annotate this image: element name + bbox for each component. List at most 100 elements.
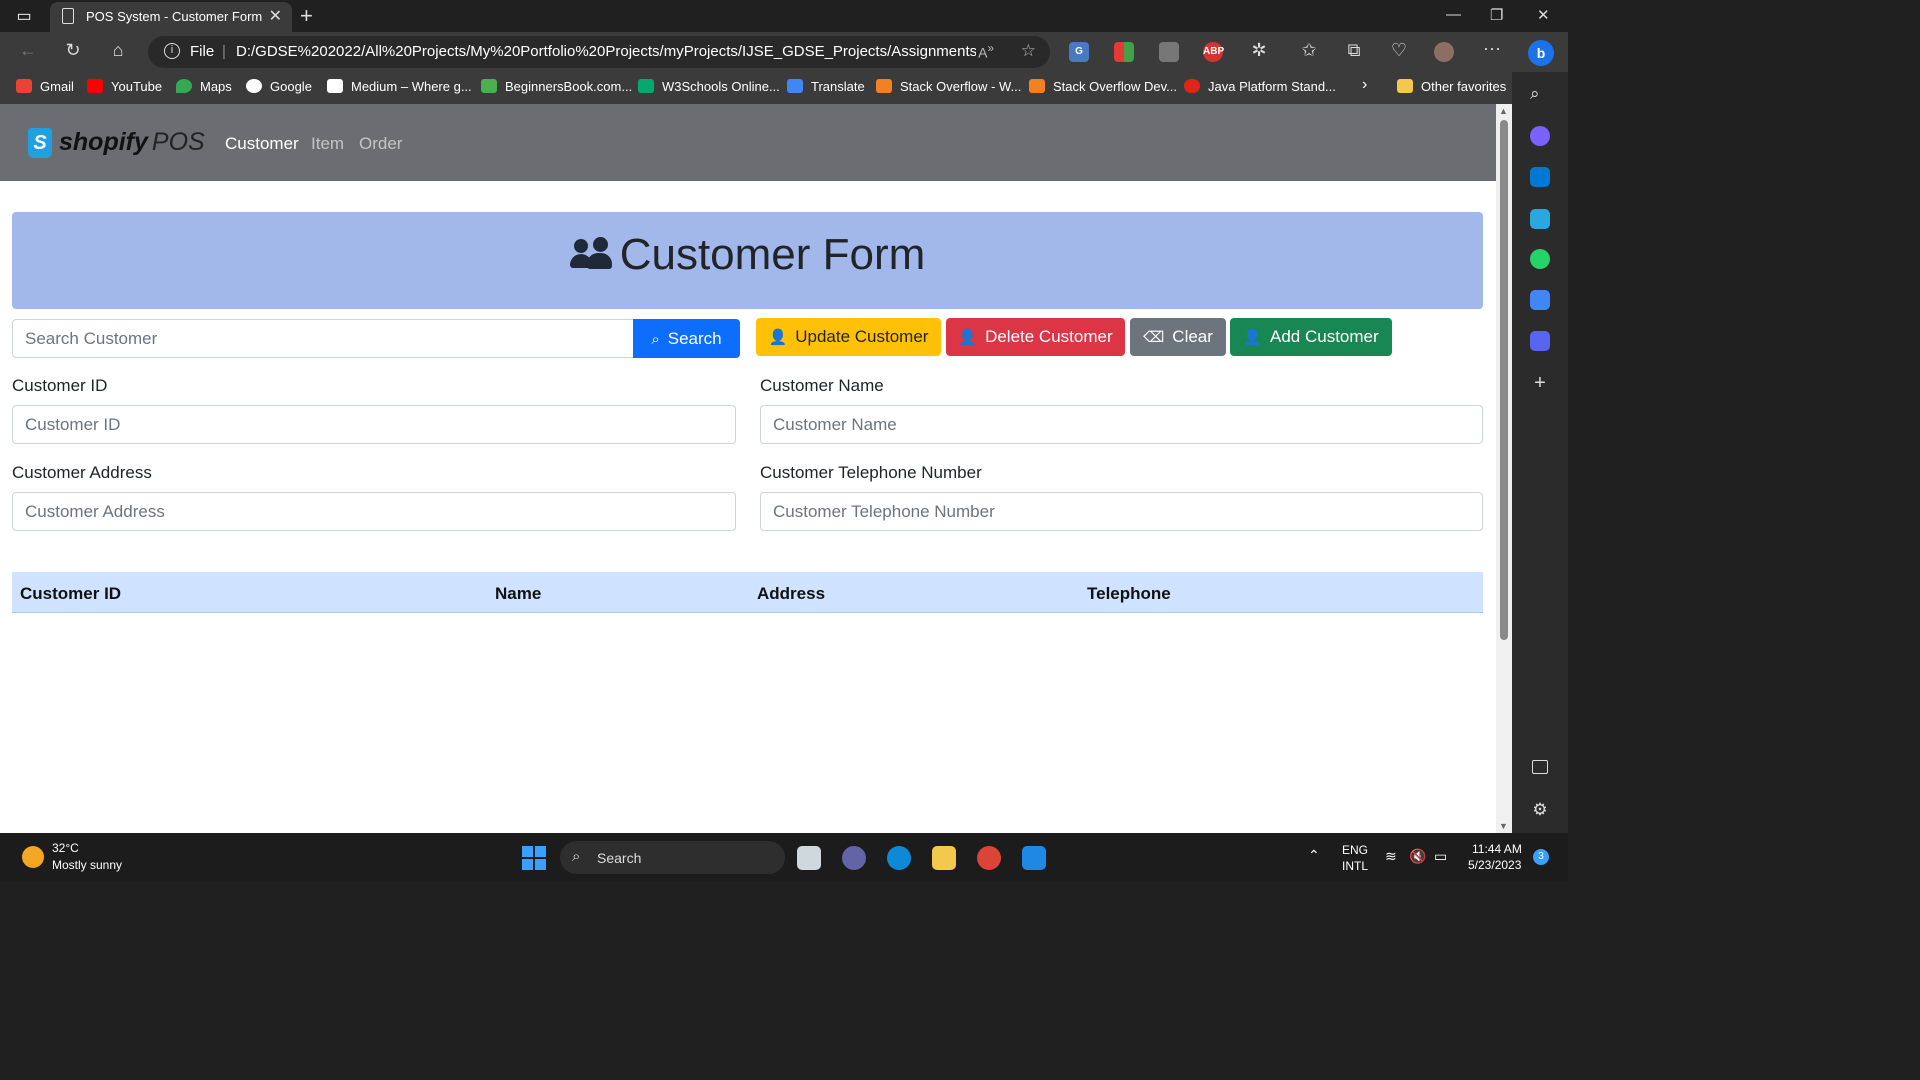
weather-temperature[interactable]: 32°C [52, 841, 79, 855]
discord-icon[interactable] [1530, 331, 1550, 351]
w3schools-icon [638, 79, 654, 93]
whatsapp-icon[interactable] [1530, 249, 1550, 269]
scroll-up-icon[interactable]: ▲ [1499, 106, 1508, 116]
nav-customer[interactable]: Customer [225, 134, 299, 154]
nav-order[interactable]: Order [359, 134, 402, 154]
other-favorites-folder[interactable]: Other favorites [1397, 79, 1506, 94]
more-bookmarks-chevron-icon[interactable]: › [1362, 76, 1367, 94]
file-explorer-icon[interactable] [932, 846, 956, 870]
extensions-puzzle-icon[interactable]: ✲ [1247, 40, 1271, 61]
tab-actions-icon[interactable]: ▭ [10, 6, 38, 26]
bing-copilot-icon[interactable]: b [1528, 40, 1554, 66]
clear-button[interactable]: ⌫ Clear [1130, 318, 1226, 356]
adblock-icon[interactable]: ABP [1203, 42, 1224, 62]
chrome-icon[interactable] [977, 846, 1001, 870]
page-scrollbar[interactable]: ▲ ▼ [1496, 104, 1512, 833]
delete-customer-button[interactable]: 👤 Delete Customer [946, 318, 1125, 356]
shopify-bag-icon: S [28, 128, 52, 158]
favorites-icon[interactable]: ✩ [1297, 40, 1321, 61]
url-text[interactable]: D:/GDSE%202022/All%20Projects/My%20Portf… [236, 43, 976, 60]
extension-icon[interactable] [1159, 42, 1179, 62]
column-header-name[interactable]: Name [495, 584, 541, 604]
hide-sidebar-icon[interactable] [1532, 760, 1548, 774]
bookmark-java-platform[interactable]: Java Platform Stand... [1184, 79, 1336, 94]
home-icon[interactable]: ⌂ [106, 40, 130, 61]
taskbar-search[interactable]: ⌕ Search [560, 841, 785, 874]
close-tab-icon[interactable]: ✕ [269, 6, 282, 26]
update-customer-button[interactable]: 👤 Update Customer [756, 318, 941, 356]
info-icon[interactable]: i [164, 43, 180, 59]
bookmark-google[interactable]: Google [246, 79, 312, 94]
scrollbar-thumb[interactable] [1500, 120, 1508, 640]
column-header-customer-id[interactable]: Customer ID [20, 584, 121, 604]
person-add-icon: 👤 [1243, 329, 1262, 346]
volume-muted-icon[interactable]: 🔇 [1409, 848, 1426, 865]
minimize-icon[interactable]: — [1446, 6, 1461, 23]
search-icon[interactable]: ⌕ [1530, 84, 1550, 104]
column-header-address[interactable]: Address [757, 584, 825, 604]
windows-start-icon[interactable] [522, 846, 546, 870]
restore-icon[interactable]: ❐ [1490, 6, 1503, 24]
battery-icon[interactable]: ▭ [1434, 848, 1447, 865]
customer-telephone-field[interactable] [760, 492, 1483, 531]
copilot-icon[interactable] [1530, 126, 1550, 146]
task-view-icon[interactable] [797, 846, 821, 870]
profile-avatar[interactable] [1434, 42, 1454, 62]
wifi-icon[interactable]: ≋ [1385, 848, 1397, 865]
back-icon[interactable]: ← [16, 40, 40, 61]
youtube-icon [87, 79, 103, 93]
customer-name-label: Customer Name [760, 376, 884, 395]
weather-sun-icon[interactable] [22, 846, 44, 868]
column-header-telephone[interactable]: Telephone [1087, 584, 1171, 604]
browser-essentials-icon[interactable]: ♡ [1387, 40, 1411, 61]
translate-extension-icon[interactable]: G [1069, 42, 1089, 62]
translate-icon[interactable] [1530, 290, 1550, 310]
search-customer-input[interactable] [12, 319, 634, 358]
show-hidden-icons-chevron-icon[interactable]: ⌃ [1308, 847, 1320, 864]
bookmark-stackoverflow[interactable]: Stack Overflow - W... [876, 79, 1021, 94]
settings-gear-icon[interactable]: ⚙ [1530, 800, 1550, 820]
refresh-icon[interactable]: ↻ [61, 40, 85, 61]
scroll-down-icon[interactable]: ▼ [1499, 821, 1508, 831]
update-button-label: Update Customer [795, 327, 929, 346]
weather-description[interactable]: Mostly sunny [52, 858, 122, 872]
browser-tab-strip: ▭ POS System - Customer Form ✕ + — ❐ ✕ [0, 0, 1568, 32]
google-icon [246, 79, 262, 93]
customer-address-field[interactable] [12, 492, 736, 531]
bookmark-translate[interactable]: Translate [787, 79, 865, 94]
bookmark-beginnersbook[interactable]: BeginnersBook.com... [481, 79, 632, 94]
nav-item[interactable]: Item [311, 134, 344, 154]
language-secondary[interactable]: INTL [1342, 859, 1368, 873]
notification-badge[interactable]: 3 [1533, 849, 1549, 865]
customer-id-field[interactable] [12, 405, 736, 444]
bookmark-medium[interactable]: Medium – Where g... [327, 79, 472, 94]
address-bar[interactable]: i File | D:/GDSE%202022/All%20Projects/M… [148, 36, 1050, 68]
telegram-icon[interactable] [1530, 209, 1550, 229]
bookmark-label: BeginnersBook.com... [505, 79, 633, 94]
new-tab-icon[interactable]: + [300, 3, 313, 29]
teams-chat-icon[interactable] [842, 846, 866, 870]
close-window-icon[interactable]: ✕ [1537, 6, 1550, 24]
bookmark-youtube[interactable]: YouTube [87, 79, 162, 94]
collections-icon[interactable]: ⧉ [1342, 40, 1366, 61]
bookmark-gmail[interactable]: Gmail [16, 79, 74, 94]
browser-tab[interactable]: POS System - Customer Form ✕ [50, 2, 292, 32]
colorful-extension-icon[interactable] [1114, 42, 1134, 62]
edge-icon[interactable] [887, 846, 911, 870]
read-aloud-icon[interactable]: A» [978, 42, 994, 61]
add-sidebar-app-icon[interactable]: + [1530, 372, 1550, 394]
outlook-icon[interactable] [1530, 167, 1550, 187]
clock-date[interactable]: 5/23/2023 [1468, 858, 1521, 872]
customer-name-field[interactable] [760, 405, 1483, 444]
bookmark-maps[interactable]: Maps [176, 79, 232, 94]
language-primary[interactable]: ENG [1342, 843, 1368, 857]
add-customer-button[interactable]: 👤 Add Customer [1230, 318, 1392, 356]
search-button[interactable]: ⌕ Search [633, 319, 740, 358]
mail-icon[interactable] [1022, 846, 1046, 870]
add-favorite-icon[interactable]: ☆ [1021, 41, 1036, 61]
bookmark-stackoverflow-dev[interactable]: Stack Overflow Dev... [1029, 79, 1177, 94]
taskbar-search-label: Search [597, 850, 642, 866]
more-options-icon[interactable]: ··· [1480, 38, 1504, 59]
clock-time[interactable]: 11:44 AM [1472, 842, 1522, 856]
bookmark-w3schools[interactable]: W3Schools Online... [638, 79, 780, 94]
